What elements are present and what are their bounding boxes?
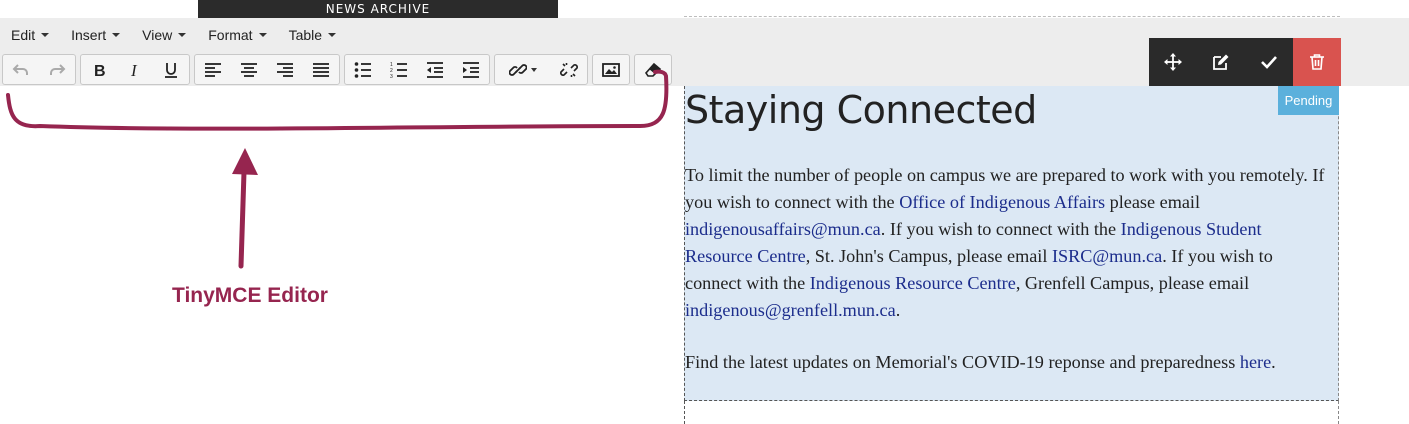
editor-menubar: Edit Insert View Format Table [0, 22, 347, 48]
text: . [1271, 352, 1276, 372]
edit-block-button[interactable] [1197, 38, 1245, 86]
email-isrc-link[interactable]: ISRC@mun.ca [1052, 246, 1162, 266]
menu-table-label: Table [288, 27, 323, 43]
text: , St. John's Campus, please email [805, 246, 1052, 266]
menu-format[interactable]: Format [197, 22, 277, 48]
menu-table[interactable]: Table [278, 22, 347, 48]
menu-view-label: View [142, 27, 173, 43]
check-icon [1261, 56, 1277, 69]
edit-icon [1213, 54, 1229, 70]
office-indigenous-affairs-link[interactable]: Office of Indigenous Affairs [899, 192, 1105, 212]
annotation-bracket [6, 69, 669, 269]
page-title: Staying Connected [685, 88, 1037, 132]
paragraph-contact: To limit the number of people on campus … [685, 162, 1333, 324]
text: . If you wish to connect with the [880, 219, 1121, 239]
irc-link[interactable]: Indigenous Resource Centre [810, 273, 1016, 293]
news-archive-tab[interactable]: NEWS ARCHIVE [198, 0, 558, 18]
delete-block-button[interactable] [1293, 38, 1341, 86]
block-actions [1149, 38, 1341, 86]
menu-edit-label: Edit [11, 27, 36, 43]
text: . [895, 300, 901, 320]
menu-edit[interactable]: Edit [0, 22, 60, 48]
chevron-down-icon [328, 33, 337, 37]
email-grenfell-link[interactable]: indigenous@grenfell.mun.ca [685, 300, 896, 320]
covid-updates-link[interactable]: here [1240, 352, 1271, 372]
text: , Grenfell Campus, please email [1015, 273, 1250, 293]
menu-insert-label: Insert [71, 27, 107, 43]
content-body: To limit the number of people on campus … [685, 162, 1333, 401]
next-block-region [684, 401, 1339, 424]
chevron-down-icon [258, 33, 267, 37]
chevron-down-icon [112, 33, 121, 37]
approve-block-button[interactable] [1245, 38, 1293, 86]
text: Find the latest updates on Memorial's CO… [685, 352, 1240, 372]
annotation-label: TinyMCE Editor [172, 284, 328, 307]
status-badge: Pending [1278, 86, 1339, 115]
chevron-down-icon [41, 33, 50, 37]
move-icon [1164, 53, 1182, 71]
trash-icon [1310, 54, 1324, 70]
menu-format-label: Format [208, 27, 253, 43]
menu-view[interactable]: View [131, 22, 197, 48]
move-block-button[interactable] [1149, 38, 1197, 86]
block-top-border [684, 16, 1340, 17]
email-indigenousaffairs-link[interactable]: indigenousaffairs@mun.ca [685, 219, 881, 239]
menu-insert[interactable]: Insert [60, 22, 131, 48]
paragraph-covid: Find the latest updates on Memorial's CO… [685, 349, 1333, 376]
chevron-down-icon [178, 33, 187, 37]
text: please email [1105, 192, 1201, 212]
